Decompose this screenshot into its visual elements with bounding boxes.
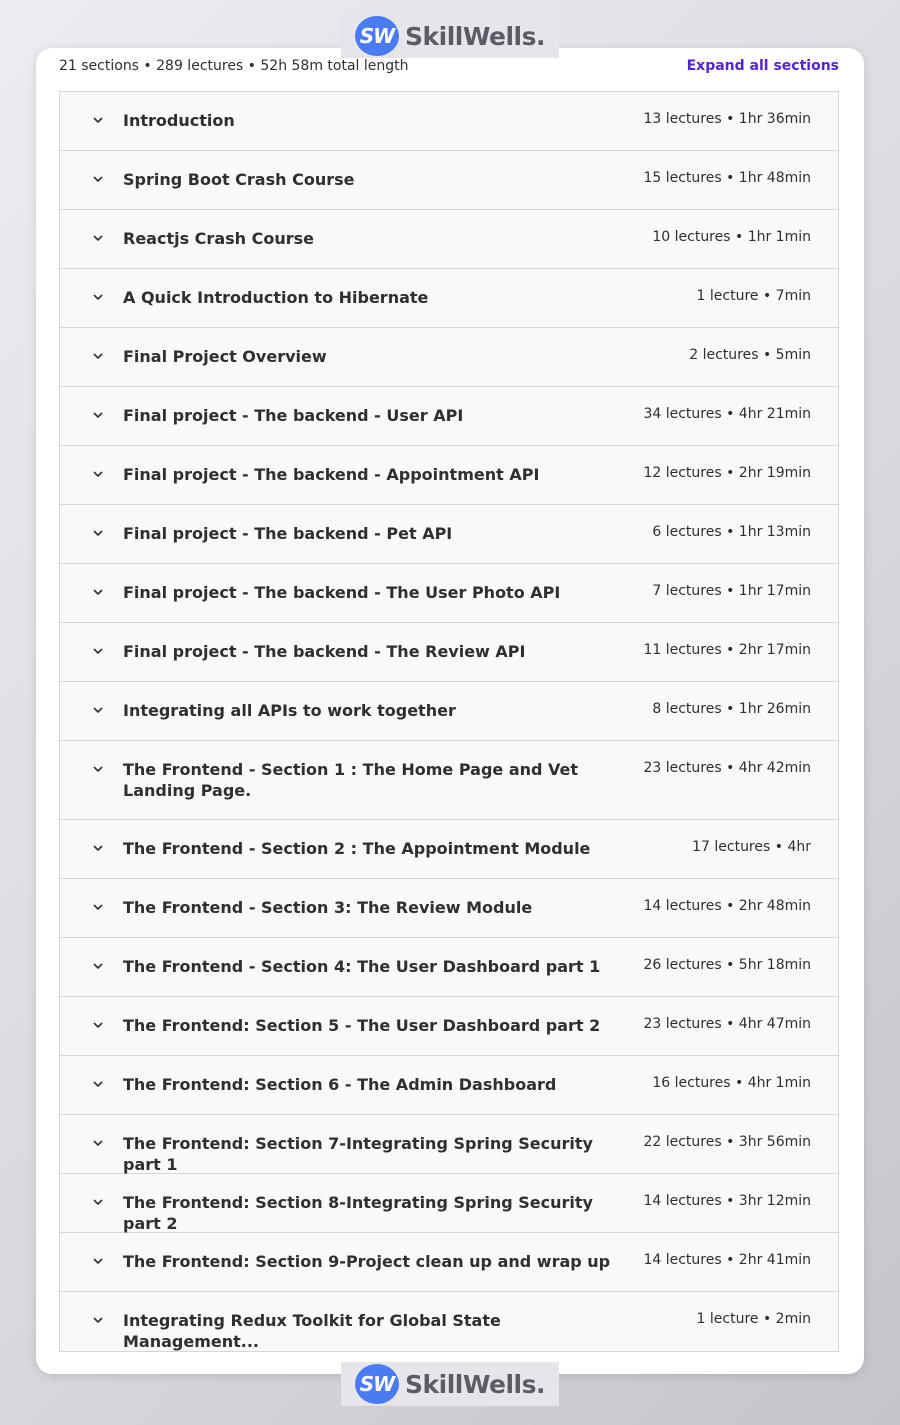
logo-badge-icon: SW — [355, 1364, 399, 1404]
section-meta: 1 lecture • 7min — [696, 288, 811, 304]
section-row[interactable]: The Frontend - Section 2 : The Appointme… — [60, 820, 838, 879]
chevron-down-icon — [93, 294, 103, 301]
section-title: A Quick Introduction to Hibernate — [123, 288, 429, 307]
chevron-down-icon — [93, 766, 103, 773]
watermark-logo-bottom: SW SkillWells. — [341, 1362, 559, 1406]
section-title: Introduction — [123, 111, 235, 130]
section-meta: 12 lectures • 2hr 19min — [643, 465, 811, 481]
logo-badge-icon: SW — [355, 16, 399, 56]
section-title: The Frontend - Section 2 : The Appointme… — [123, 839, 591, 858]
chevron-down-icon — [93, 1022, 103, 1029]
section-row[interactable]: Final project - The backend - The User P… — [60, 564, 838, 623]
chevron-down-icon — [93, 353, 103, 360]
section-meta: 34 lectures • 4hr 21min — [643, 406, 811, 422]
section-title: Final project - The backend - Pet API — [123, 524, 453, 543]
section-meta: 6 lectures • 1hr 13min — [652, 524, 811, 540]
section-meta: 14 lectures • 3hr 12min — [643, 1193, 811, 1209]
section-row[interactable]: Integrating Redux Toolkit for Global Sta… — [60, 1292, 838, 1351]
chevron-down-icon — [93, 1258, 103, 1265]
section-row[interactable]: The Frontend: Section 9-Project clean up… — [60, 1233, 838, 1292]
expand-all-sections-button[interactable]: Expand all sections — [687, 58, 839, 74]
section-title: Final project - The backend - Appointmen… — [123, 465, 540, 484]
section-title: The Frontend - Section 3: The Review Mod… — [123, 898, 533, 917]
section-row[interactable]: The Frontend - Section 4: The User Dashb… — [60, 938, 838, 997]
chevron-down-icon — [93, 1199, 103, 1206]
section-row[interactable]: Final project - The backend - Pet API 6 … — [60, 505, 838, 564]
logo-text: SkillWells. — [405, 21, 546, 51]
section-title: The Frontend: Section 6 - The Admin Dash… — [123, 1075, 557, 1094]
sections-accordion: Introduction 13 lectures • 1hr 36min Spr… — [59, 91, 839, 1352]
section-row[interactable]: Final project - The backend - Appointmen… — [60, 446, 838, 505]
section-row[interactable]: Final project - The backend - User API 3… — [60, 387, 838, 446]
section-title: Final project - The backend - User API — [123, 406, 464, 425]
watermark-logo-top: SW SkillWells. — [341, 14, 559, 58]
section-title: Final project - The backend - The Review… — [123, 642, 526, 661]
chevron-down-icon — [93, 1140, 103, 1147]
section-meta: 1 lecture • 2min — [696, 1311, 811, 1327]
section-row[interactable]: The Frontend - Section 3: The Review Mod… — [60, 879, 838, 938]
chevron-down-icon — [93, 176, 103, 183]
section-meta: 23 lectures • 4hr 47min — [643, 1016, 811, 1032]
chevron-down-icon — [93, 589, 103, 596]
section-row[interactable]: The Frontend: Section 5 - The User Dashb… — [60, 997, 838, 1056]
section-meta: 15 lectures • 1hr 48min — [643, 170, 811, 186]
section-meta: 13 lectures • 1hr 36min — [643, 111, 811, 127]
section-meta: 14 lectures • 2hr 48min — [643, 898, 811, 914]
section-row[interactable]: The Frontend: Section 8-Integrating Spri… — [60, 1174, 838, 1233]
section-row[interactable]: Spring Boot Crash Course 15 lectures • 1… — [60, 151, 838, 210]
section-meta: 7 lectures • 1hr 17min — [652, 583, 811, 599]
chevron-down-icon — [93, 648, 103, 655]
section-title: Integrating all APIs to work together — [123, 701, 456, 720]
section-meta: 17 lectures • 4hr — [692, 839, 811, 855]
chevron-down-icon — [93, 707, 103, 714]
section-meta: 2 lectures • 5min — [689, 347, 811, 363]
section-title: Reactjs Crash Course — [123, 229, 314, 248]
section-row[interactable]: The Frontend: Section 7-Integrating Spri… — [60, 1115, 838, 1174]
section-row[interactable]: The Frontend: Section 6 - The Admin Dash… — [60, 1056, 838, 1115]
chevron-down-icon — [93, 1317, 103, 1324]
section-meta: 14 lectures • 2hr 41min — [643, 1252, 811, 1268]
chevron-down-icon — [93, 235, 103, 242]
chevron-down-icon — [93, 412, 103, 419]
section-row[interactable]: The Frontend - Section 1 : The Home Page… — [60, 741, 838, 820]
section-meta: 23 lectures • 4hr 42min — [643, 760, 811, 776]
section-row[interactable]: A Quick Introduction to Hibernate 1 lect… — [60, 269, 838, 328]
section-title: Final project - The backend - The User P… — [123, 583, 561, 602]
section-title: Integrating Redux Toolkit for Global Sta… — [123, 1311, 501, 1351]
section-title: Spring Boot Crash Course — [123, 170, 355, 189]
section-title: The Frontend: Section 7-Integrating Spri… — [123, 1134, 593, 1174]
chevron-down-icon — [93, 117, 103, 124]
chevron-down-icon — [93, 963, 103, 970]
chevron-down-icon — [93, 471, 103, 478]
chevron-down-icon — [93, 845, 103, 852]
section-row[interactable]: Final Project Overview 2 lectures • 5min — [60, 328, 838, 387]
section-row[interactable]: Final project - The backend - The Review… — [60, 623, 838, 682]
section-row[interactable]: Integrating all APIs to work together 8 … — [60, 682, 838, 741]
section-meta: 8 lectures • 1hr 26min — [652, 701, 811, 717]
section-meta: 22 lectures • 3hr 56min — [643, 1134, 811, 1150]
chevron-down-icon — [93, 1081, 103, 1088]
section-meta: 16 lectures • 4hr 1min — [652, 1075, 811, 1091]
course-summary: 21 sections • 289 lectures • 52h 58m tot… — [59, 58, 409, 74]
section-title: The Frontend: Section 9-Project clean up… — [123, 1252, 611, 1271]
section-meta: 10 lectures • 1hr 1min — [652, 229, 811, 245]
chevron-down-icon — [93, 530, 103, 537]
section-title: The Frontend: Section 5 - The User Dashb… — [123, 1016, 601, 1035]
section-meta: 11 lectures • 2hr 17min — [643, 642, 811, 658]
section-title: The Frontend - Section 1 : The Home Page… — [123, 760, 579, 800]
section-meta: 26 lectures • 5hr 18min — [643, 957, 811, 973]
section-title: Final Project Overview — [123, 347, 327, 366]
section-title: The Frontend: Section 8-Integrating Spri… — [123, 1193, 593, 1233]
section-row[interactable]: Reactjs Crash Course 10 lectures • 1hr 1… — [60, 210, 838, 269]
chevron-down-icon — [93, 904, 103, 911]
section-row[interactable]: Introduction 13 lectures • 1hr 36min — [60, 92, 838, 151]
section-title: The Frontend - Section 4: The User Dashb… — [123, 957, 601, 976]
logo-text: SkillWells. — [405, 1369, 546, 1399]
